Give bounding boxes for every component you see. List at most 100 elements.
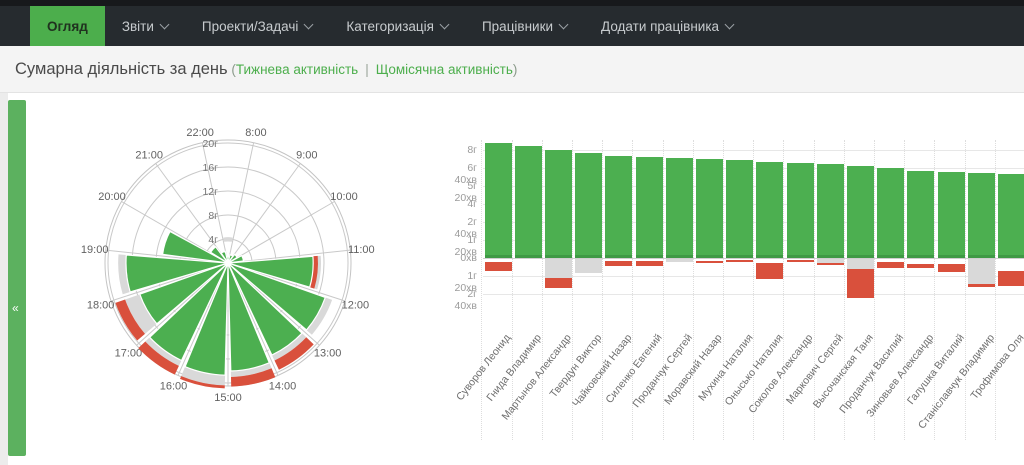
bar-productive-green[interactable] xyxy=(485,143,512,258)
bar-chart-ytick: 4г xyxy=(445,198,477,210)
chevron-down-icon xyxy=(159,19,169,29)
bar-unproductive-red[interactable] xyxy=(545,278,572,288)
bar-idle-gray[interactable] xyxy=(968,259,995,284)
bar-chart-vgrid xyxy=(965,140,966,440)
sidebar-collapse-strip[interactable]: « xyxy=(8,100,26,456)
bar-idle-gray[interactable] xyxy=(847,259,874,269)
bar-unproductive-red[interactable] xyxy=(605,261,632,266)
polar-hour-label: 8:00 xyxy=(245,127,266,139)
bar-productive-green[interactable] xyxy=(575,153,602,258)
polar-radial-tick: 4г xyxy=(208,234,218,246)
nav-item-menu[interactable]: Звіти xyxy=(105,6,185,46)
paren-close: ) xyxy=(513,62,518,77)
bar-productive-green[interactable] xyxy=(938,172,965,258)
nav-item-active[interactable]: Огляд xyxy=(30,6,105,46)
bar-unproductive-red[interactable] xyxy=(968,284,995,287)
page-header: Сумарна діяльність за день (Тижнева акти… xyxy=(0,46,1024,93)
top-nav: Огляд Звіти Проекти/Задачі Категоризація Пра… xyxy=(0,6,1024,46)
bar-productive-green[interactable] xyxy=(787,163,814,258)
bar-productive-green[interactable] xyxy=(545,150,572,258)
bar-unproductive-red[interactable] xyxy=(907,264,934,269)
polar-hour-label: 9:00 xyxy=(296,150,317,162)
bar-unproductive-red[interactable] xyxy=(998,271,1024,286)
polar-radial-tick: 8г xyxy=(208,210,218,222)
bar-chart-vgrid xyxy=(844,140,845,440)
employee-name-label: Мухина Наталия xyxy=(696,332,755,403)
paren-open: ( xyxy=(228,62,236,77)
bar-unproductive-red[interactable] xyxy=(726,260,753,262)
nav-item-menu[interactable]: Проекти/Задачі xyxy=(185,6,330,46)
polar-hour-label: 17:00 xyxy=(115,348,143,360)
bar-unproductive-red[interactable] xyxy=(847,269,874,298)
bar-productive-green[interactable] xyxy=(998,174,1024,258)
bar-unproductive-red[interactable] xyxy=(877,262,904,268)
bar-productive-green[interactable] xyxy=(636,157,663,258)
bar-unproductive-red[interactable] xyxy=(696,261,723,263)
nav-item-label: Звіти xyxy=(122,19,154,34)
nav-item-label: Працівники xyxy=(482,19,553,34)
bar-chart-vgrid xyxy=(783,140,784,440)
polar-radial-tick: 20г xyxy=(202,138,218,150)
bar-productive-green[interactable] xyxy=(696,159,723,258)
bar-chart-vgrid xyxy=(934,140,935,440)
collapse-chevron-icon: « xyxy=(12,301,19,315)
bar-chart-vgrid xyxy=(874,140,875,440)
polar-hour-label: 18:00 xyxy=(87,299,115,311)
link-separator: | xyxy=(358,62,376,77)
bar-productive-green[interactable] xyxy=(817,164,844,258)
bar-idle-gray[interactable] xyxy=(666,259,693,262)
bar-chart-hgrid xyxy=(483,294,1024,295)
bar-unproductive-red[interactable] xyxy=(485,262,512,271)
polar-chart-svg: 8:009:0010:0011:0012:0013:0014:0015:0016… xyxy=(64,118,384,418)
left-gutter xyxy=(0,93,8,465)
bar-chart-vgrid xyxy=(512,140,513,440)
polar-sector[interactable] xyxy=(223,237,232,242)
polar-hour-label: 14:00 xyxy=(269,380,297,392)
bar-productive-green[interactable] xyxy=(726,160,753,258)
bar-chart-vgrid xyxy=(693,140,694,440)
employee-name-label: Суворов Леонид xyxy=(454,332,513,403)
bar-productive-green[interactable] xyxy=(877,168,904,258)
bar-unproductive-red[interactable] xyxy=(756,263,783,279)
chevron-down-icon xyxy=(559,19,569,29)
bar-chart-ytick: 0хв xyxy=(445,252,477,264)
nav-item-menu[interactable]: Категоризація xyxy=(329,6,465,46)
bar-productive-green[interactable] xyxy=(666,158,693,258)
polar-hour-label: 15:00 xyxy=(214,392,242,404)
bar-chart-vgrid xyxy=(753,140,754,440)
bar-idle-gray[interactable] xyxy=(545,259,572,278)
nav-item-label: Проекти/Задачі xyxy=(202,19,299,34)
bar-idle-gray[interactable] xyxy=(575,259,602,273)
bar-chart-vgrid xyxy=(904,140,905,440)
chevron-down-icon xyxy=(440,19,450,29)
weekly-activity-link[interactable]: Тижнева активність xyxy=(236,62,358,77)
daily-activity-polar-chart: 8:009:0010:0011:0012:0013:0014:0015:0016… xyxy=(64,118,384,418)
employee-activity-bar-chart: 8г6г 40хв5г 20хв4г2г 40хв1г 20хв0хв1г 20… xyxy=(445,118,1024,458)
monthly-activity-link[interactable]: Щомісячна активність xyxy=(376,62,513,77)
bar-unproductive-red[interactable] xyxy=(787,260,814,262)
bar-productive-green[interactable] xyxy=(515,146,542,258)
bar-chart-vgrid xyxy=(995,140,996,440)
bar-unproductive-red[interactable] xyxy=(938,264,965,272)
bar-chart-vgrid xyxy=(481,140,482,440)
polar-hour-label: 16:00 xyxy=(160,380,188,392)
bar-chart-vgrid xyxy=(814,140,815,440)
page-title: Сумарна діяльність за день xyxy=(15,60,228,79)
bar-productive-green[interactable] xyxy=(605,156,632,258)
bar-chart-vgrid xyxy=(542,140,543,440)
bar-productive-green[interactable] xyxy=(756,162,783,258)
nav-item-menu[interactable]: Додати працівника xyxy=(584,6,750,46)
bar-productive-green[interactable] xyxy=(847,166,874,258)
nav-item-label: Додати працівника xyxy=(601,19,719,34)
bar-chart-vgrid xyxy=(632,140,633,440)
nav-item-menu[interactable]: Працівники xyxy=(465,6,584,46)
polar-hour-label: 13:00 xyxy=(314,348,342,360)
bar-productive-green[interactable] xyxy=(907,171,934,258)
bar-chart-ytick: 8г xyxy=(445,144,477,156)
bar-unproductive-red[interactable] xyxy=(636,261,663,266)
polar-radial-tick: 12г xyxy=(202,186,218,198)
bar-productive-green[interactable] xyxy=(968,173,995,258)
bar-unproductive-red[interactable] xyxy=(817,263,844,265)
bar-chart-vgrid xyxy=(602,140,603,440)
polar-hour-label: 10:00 xyxy=(330,191,358,203)
